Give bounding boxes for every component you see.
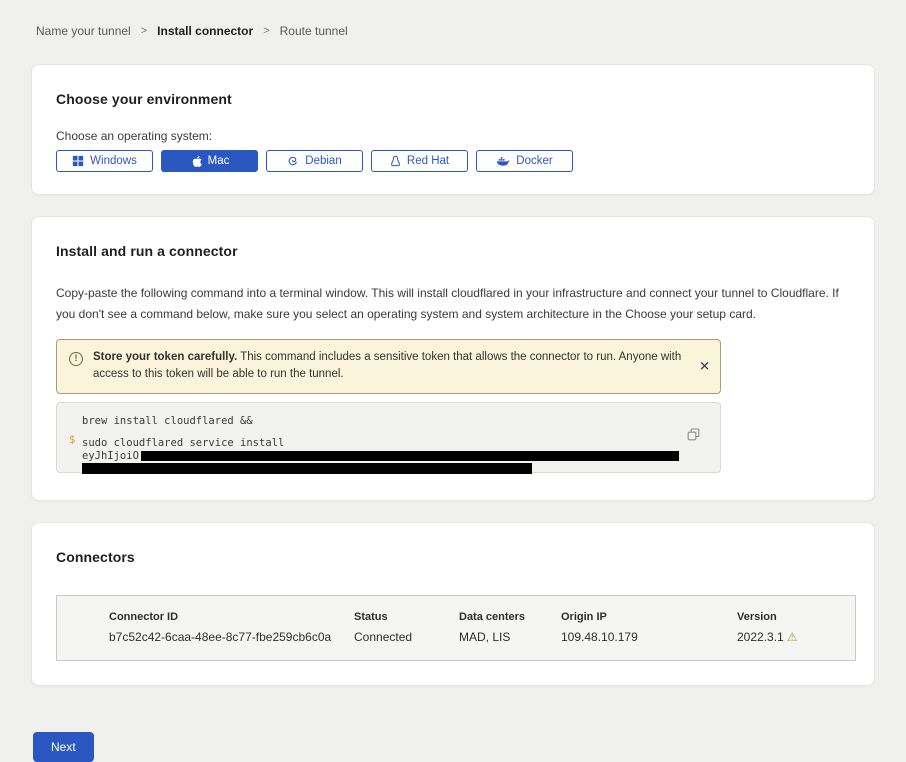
token-warning-title: Store your token carefully.	[93, 351, 237, 363]
os-button-label: Mac	[208, 155, 230, 167]
apple-icon	[190, 155, 202, 168]
install-description: Copy-paste the following command into a …	[56, 283, 850, 325]
connectors-table: Connector ID Status Data centers Origin …	[56, 595, 856, 661]
os-button-group: Windows Mac Debian Red Hat	[56, 150, 850, 172]
token-redaction-bar	[141, 451, 679, 461]
os-button-label: Windows	[90, 155, 137, 167]
command-line-2: sudo cloudflared service install	[82, 437, 680, 449]
install-connector-card: Install and run a connector Copy-paste t…	[31, 216, 875, 501]
breadcrumb: Name your tunnel > Install connector > R…	[0, 0, 906, 64]
install-command-codeblock: $ brew install cloudflared && sudo cloud…	[56, 402, 721, 473]
version-value: 2022.3.1	[737, 630, 784, 644]
cell-status: Connected	[354, 630, 459, 644]
breadcrumb-separator: >	[263, 25, 269, 37]
token-warning-banner: ! Store your token carefully. This comma…	[56, 339, 721, 394]
command-line-1: brew install cloudflared &&	[82, 415, 680, 427]
cell-origin-ip: 109.48.10.179	[561, 630, 737, 644]
debian-icon	[287, 155, 299, 167]
install-connector-title: Install and run a connector	[56, 243, 850, 259]
redhat-icon	[390, 155, 401, 168]
os-button-label: Red Hat	[407, 155, 449, 167]
os-button-debian[interactable]: Debian	[266, 150, 363, 172]
os-button-label: Debian	[305, 155, 341, 167]
breadcrumb-install-connector[interactable]: Install connector	[157, 24, 253, 38]
close-icon[interactable]: ✕	[699, 360, 710, 373]
choose-environment-card: Choose your environment Choose an operat…	[31, 64, 875, 195]
col-header-data-centers: Data centers	[459, 611, 561, 623]
alert-circle-icon: !	[69, 352, 83, 366]
connectors-title: Connectors	[56, 549, 850, 565]
col-header-status: Status	[354, 611, 459, 623]
os-button-label: Docker	[516, 155, 552, 167]
os-select-label: Choose an operating system:	[56, 129, 850, 143]
main-content: Choose your environment Choose an operat…	[0, 64, 906, 762]
version-warning-icon: ⚠	[787, 630, 798, 644]
windows-icon	[72, 155, 84, 167]
col-header-connector-id: Connector ID	[109, 611, 354, 623]
os-button-windows[interactable]: Windows	[56, 150, 153, 172]
token-prefix: eyJhIjoiO	[82, 450, 139, 462]
os-button-redhat[interactable]: Red Hat	[371, 150, 468, 172]
cell-version: 2022.3.1⚠	[737, 630, 855, 644]
token-redaction-bar	[82, 463, 532, 474]
next-button[interactable]: Next	[33, 732, 94, 762]
col-header-origin-ip: Origin IP	[561, 611, 737, 623]
breadcrumb-route-tunnel[interactable]: Route tunnel	[280, 24, 348, 38]
shell-prompt: $	[69, 434, 75, 446]
docker-icon	[496, 156, 510, 167]
cell-connector-id: b7c52c42-6caa-48ee-8c77-fbe259cb6c0a	[109, 630, 354, 644]
breadcrumb-separator: >	[141, 25, 147, 37]
breadcrumb-name-your-tunnel[interactable]: Name your tunnel	[36, 24, 131, 38]
choose-environment-title: Choose your environment	[56, 91, 850, 107]
cell-data-centers: MAD, LIS	[459, 630, 561, 644]
os-button-mac[interactable]: Mac	[161, 150, 258, 172]
col-header-version: Version	[737, 611, 855, 623]
copy-icon[interactable]	[687, 428, 700, 444]
os-button-docker[interactable]: Docker	[476, 150, 573, 172]
token-warning-text: Store your token carefully. This command…	[93, 349, 690, 384]
connectors-card: Connectors Connector ID Status Data cent…	[31, 522, 875, 686]
